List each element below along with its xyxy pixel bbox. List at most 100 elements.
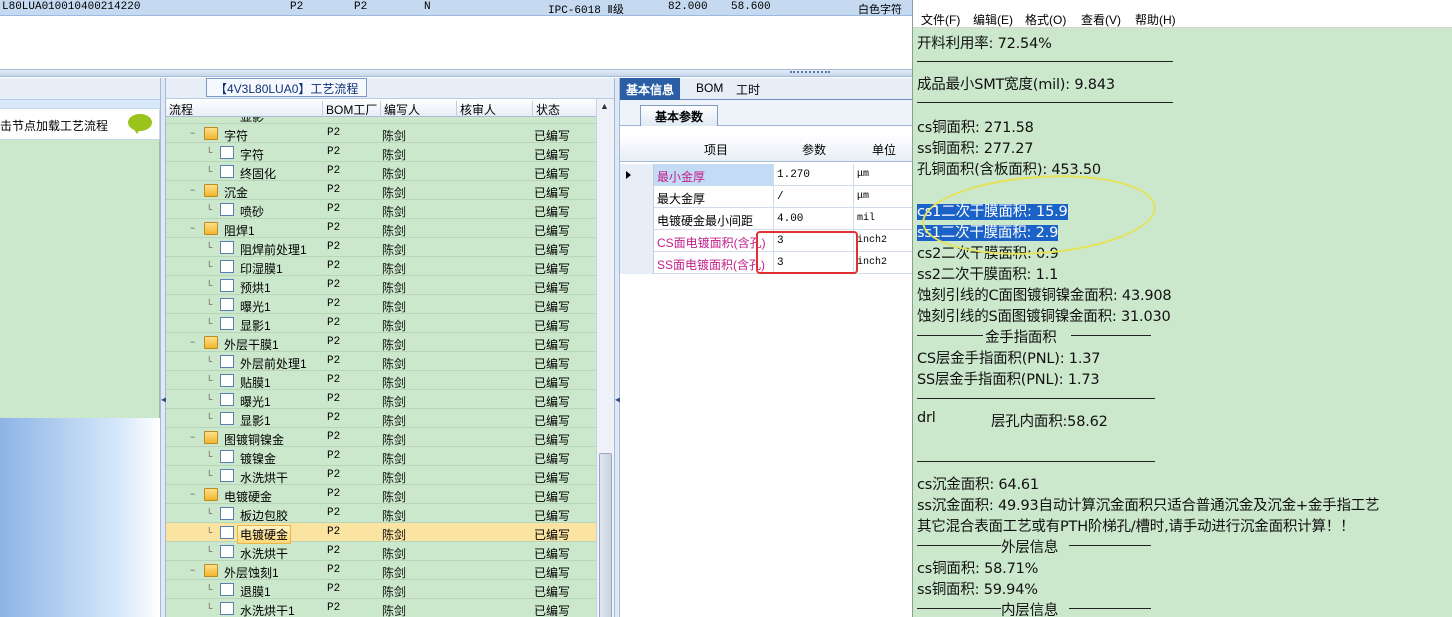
tree-row[interactable]: └ 曝光1 P2 陈剑 已编写 bbox=[166, 390, 596, 409]
tree-row[interactable]: └ 水洗烘干1 P2 陈剑 已编写 bbox=[166, 599, 596, 617]
tree-line-icon: └ bbox=[206, 261, 213, 271]
tree-toggle-icon[interactable]: − bbox=[190, 489, 195, 499]
tree-row[interactable]: └ 镀镍金 P2 陈剑 已编写 bbox=[166, 447, 596, 466]
menu-help[interactable]: 帮助(H) bbox=[1135, 11, 1176, 28]
col-header-value[interactable]: 参数 bbox=[802, 141, 826, 158]
tree-row[interactable]: − 沉金 P2 陈剑 已编写 bbox=[166, 181, 596, 200]
tree-toggle-icon[interactable]: − bbox=[190, 432, 195, 442]
menu-file[interactable]: 文件(F) bbox=[921, 11, 960, 28]
tree-row[interactable]: └ 水洗烘干 P2 陈剑 已编写 bbox=[166, 542, 596, 561]
tree-row[interactable]: − 字符 P2 陈剑 已编写 bbox=[166, 124, 596, 143]
tree-row-bom: P2 bbox=[327, 184, 341, 196]
menu-edit[interactable]: 编辑(E) bbox=[973, 11, 1013, 28]
row-header[interactable] bbox=[620, 230, 654, 252]
tree-line-icon: └ bbox=[206, 242, 213, 252]
tree-row-label: 字符 bbox=[224, 129, 249, 143]
scrollbar-thumb[interactable] bbox=[599, 453, 612, 617]
tree-row[interactable]: └ 预烘1 P2 陈剑 已编写 bbox=[166, 276, 596, 295]
splitter-grip-icon[interactable] bbox=[790, 71, 830, 75]
notepad-line-text: SS层金手指面积(PNL): 1.73 bbox=[917, 372, 1100, 388]
param-value[interactable]: 1.270 bbox=[774, 164, 854, 186]
tree-row-bom: P2 bbox=[327, 146, 341, 158]
menu-view[interactable]: 查看(V) bbox=[1081, 11, 1121, 28]
col-header-item[interactable]: 项目 bbox=[704, 141, 728, 158]
tree-row[interactable]: └ 板边包胶 P2 陈剑 已编写 bbox=[166, 504, 596, 523]
row-header[interactable] bbox=[620, 186, 654, 208]
tree-row-bom: P2 bbox=[327, 488, 341, 500]
tree-row[interactable]: └ 曝光1 P2 陈剑 已编写 bbox=[166, 295, 596, 314]
load-hint-box[interactable]: 击节点加载工艺流程 bbox=[0, 108, 160, 140]
tree-row[interactable]: − 阻焊1 P2 陈剑 已编写 bbox=[166, 219, 596, 238]
tree-row[interactable]: └ 字符 P2 陈剑 已编写 bbox=[166, 143, 596, 162]
tree-row[interactable]: └ 阻焊前处理1 P2 陈剑 已编写 bbox=[166, 238, 596, 257]
tab-basic-info[interactable]: 基本信息 bbox=[620, 78, 681, 100]
tree-row[interactable]: └ 显影1 P2 陈剑 已编写 bbox=[166, 314, 596, 333]
cell-v1: 82.000 bbox=[668, 1, 708, 13]
param-row[interactable]: 最大金厚 / μm bbox=[620, 186, 912, 208]
process-flow-scrollbar[interactable]: ▲ bbox=[596, 99, 614, 617]
notepad-line-text: 金手指面积 bbox=[985, 330, 1057, 346]
row-header[interactable] bbox=[620, 208, 654, 230]
tree-row[interactable]: − 电镀硬金 P2 陈剑 已编写 bbox=[166, 485, 596, 504]
tree-toggle-icon[interactable]: − bbox=[190, 223, 195, 233]
folder-icon bbox=[204, 336, 218, 349]
tab-work-hours[interactable]: 工时 bbox=[730, 78, 766, 100]
tree-row[interactable]: └ 印湿膜1 P2 陈剑 已编写 bbox=[166, 257, 596, 276]
document-icon bbox=[220, 393, 234, 406]
cell-f1: P2 bbox=[290, 1, 304, 13]
tree-row[interactable]: └ 电镀硬金 P2 陈剑 已编写 bbox=[166, 523, 596, 544]
tree-toggle-icon[interactable]: − bbox=[190, 128, 195, 138]
tree-row[interactable]: └ 终固化 P2 陈剑 已编写 bbox=[166, 162, 596, 181]
notepad-line: ss沉金面积: 49.93自动计算沉金面积只适合普通沉金及沉金+金手指工艺 bbox=[917, 494, 1380, 515]
tree-line-icon: └ bbox=[206, 546, 213, 556]
tree-row-status: 已编写 bbox=[534, 490, 571, 504]
notepad-line-text: 内层信息 bbox=[1001, 603, 1059, 617]
tree-row[interactable]: └ 显影1 P2 陈剑 已编写 bbox=[166, 409, 596, 428]
tree-toggle-icon[interactable]: − bbox=[190, 565, 195, 575]
row-header[interactable] bbox=[620, 252, 654, 274]
param-unit: mil bbox=[857, 213, 876, 224]
horizontal-splitter[interactable] bbox=[0, 69, 912, 77]
cell-v2: 58.600 bbox=[731, 1, 771, 13]
tree-row-author: 陈剑 bbox=[382, 186, 407, 200]
tree-line-icon: └ bbox=[206, 603, 213, 613]
tree-toggle-icon[interactable]: − bbox=[190, 337, 195, 347]
tree-row[interactable]: └ 贴膜1 P2 陈剑 已编写 bbox=[166, 371, 596, 390]
left-panel-content bbox=[0, 140, 160, 418]
tree-row-status: 已编写 bbox=[534, 205, 571, 219]
tree-row[interactable]: └ 喷砂 P2 陈剑 已编写 bbox=[166, 200, 596, 219]
tree-row-status: 已编写 bbox=[534, 376, 571, 390]
col-header-status[interactable]: 状态 bbox=[532, 101, 560, 117]
subtab-basic-params[interactable]: 基本参数 bbox=[640, 105, 719, 126]
tab-bom[interactable]: BOM bbox=[690, 78, 729, 100]
tree-row[interactable]: − 图镀铜镍金 P2 陈剑 已编写 bbox=[166, 428, 596, 447]
tree-row[interactable]: └ 退膜1 P2 陈剑 已编写 bbox=[166, 580, 596, 599]
tree-row[interactable]: └ 水洗烘干 P2 陈剑 已编写 bbox=[166, 466, 596, 485]
tree-row-bom: P2 bbox=[327, 374, 341, 386]
param-row[interactable]: 最小金厚 1.270 μm bbox=[620, 164, 912, 186]
order-grid-row[interactable]: L80LUA0 10010400214220 P2 P2 N IPC-6018 … bbox=[0, 0, 912, 17]
scroll-up-icon[interactable]: ▲ bbox=[600, 101, 609, 111]
param-value[interactable]: 4.00 bbox=[774, 208, 854, 230]
col-header-flow[interactable]: 流程 bbox=[166, 101, 193, 117]
menu-format[interactable]: 格式(O) bbox=[1025, 11, 1066, 28]
param-value[interactable]: / bbox=[774, 186, 854, 208]
tree-row[interactable]: └ 外层前处理1 P2 陈剑 已编写 bbox=[166, 352, 596, 371]
col-header-bom[interactable]: BOM工厂 bbox=[322, 101, 377, 117]
tree-row-label: 阻焊前处理1 bbox=[240, 243, 307, 257]
tree-row[interactable]: − 外层蚀刻1 P2 陈剑 已编写 bbox=[166, 561, 596, 580]
row-header[interactable] bbox=[620, 164, 654, 186]
param-row[interactable]: 电镀硬金最小间距 4.00 mil bbox=[620, 208, 912, 230]
tree-row-status: 已编写 bbox=[534, 319, 571, 333]
col-header-author[interactable]: 编写人 bbox=[380, 101, 420, 117]
tree-row-label: 字符 bbox=[240, 148, 265, 162]
tree-line-icon: └ bbox=[206, 318, 213, 328]
tree-row-partial[interactable]: 显影 bbox=[166, 117, 596, 124]
tree-row-author: 陈剑 bbox=[382, 528, 407, 542]
tree-row-author: 陈剑 bbox=[382, 148, 407, 162]
tree-toggle-icon[interactable]: − bbox=[190, 185, 195, 195]
col-header-reviewer[interactable]: 核审人 bbox=[456, 101, 496, 117]
tree-row[interactable]: − 外层干膜1 P2 陈剑 已编写 bbox=[166, 333, 596, 352]
col-header-unit[interactable]: 单位 bbox=[872, 141, 896, 158]
tree-row-status: 已编写 bbox=[534, 509, 571, 523]
